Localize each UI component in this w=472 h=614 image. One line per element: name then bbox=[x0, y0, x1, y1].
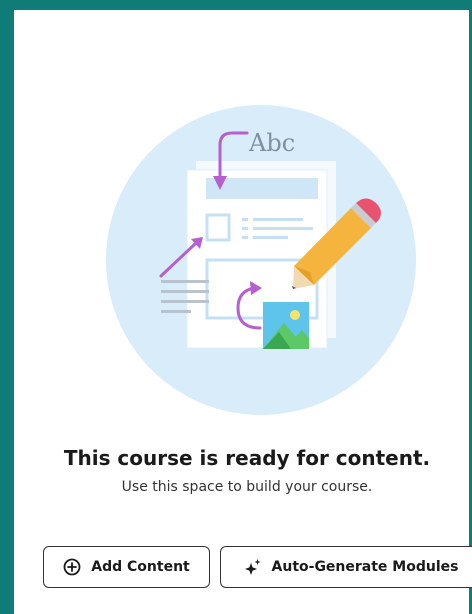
empty-state-subtitle: Use this space to build your course. bbox=[121, 479, 373, 495]
auto-generate-modules-button[interactable]: Auto-Generate Modules bbox=[220, 546, 472, 588]
plus-circle-icon bbox=[63, 558, 81, 576]
document-bullet bbox=[242, 218, 248, 221]
document-line bbox=[253, 218, 303, 221]
course-illustration: Abc bbox=[106, 105, 416, 415]
text-line bbox=[161, 300, 209, 303]
text-line bbox=[161, 290, 209, 293]
text-line bbox=[161, 310, 191, 313]
text-line bbox=[161, 280, 209, 283]
document-line bbox=[253, 236, 288, 239]
illustration-abc-text: Abc bbox=[248, 129, 295, 157]
image-icon bbox=[263, 302, 309, 349]
auto-generate-modules-label: Auto-Generate Modules bbox=[271, 559, 459, 575]
add-content-button[interactable]: Add Content bbox=[43, 546, 210, 588]
document-line bbox=[253, 227, 313, 230]
document-bullet bbox=[242, 236, 248, 239]
add-content-label: Add Content bbox=[91, 559, 190, 575]
document-bullet bbox=[242, 227, 248, 230]
course-content-panel: Abc This course is ready for content. Us… bbox=[0, 0, 472, 614]
empty-state-title: This course is ready for content. bbox=[63, 446, 431, 470]
sparkle-icon bbox=[244, 559, 261, 575]
